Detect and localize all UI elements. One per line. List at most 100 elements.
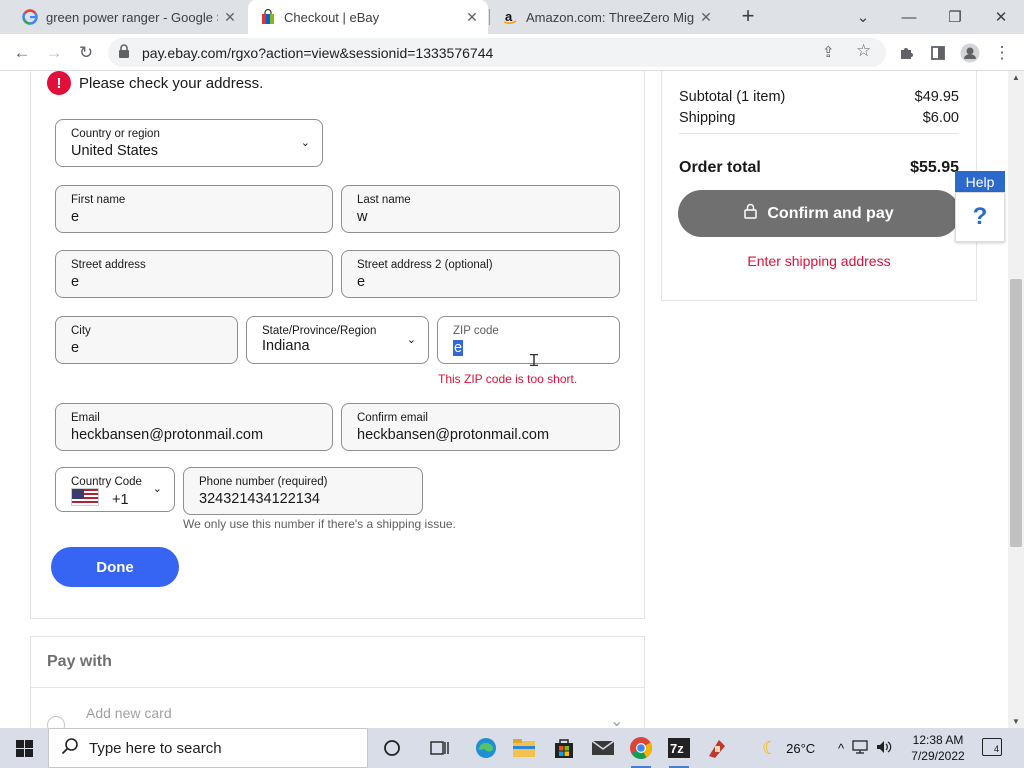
chrome-icon[interactable] xyxy=(627,734,655,768)
address-alert: ! Please check your address. xyxy=(47,71,263,95)
street-address-2-value[interactable]: e xyxy=(357,274,365,290)
street-address-field[interactable]: Street address e xyxy=(55,250,333,298)
reload-icon[interactable]: ↻ xyxy=(72,39,100,67)
restore-icon[interactable]: ❐ xyxy=(932,0,978,34)
close-icon[interactable]: ✕ xyxy=(464,9,480,25)
done-button[interactable]: Done xyxy=(51,547,179,587)
task-view-icon[interactable] xyxy=(426,734,454,762)
mail-icon[interactable] xyxy=(589,734,617,762)
weather-widget[interactable]: ☾ 26°C xyxy=(762,728,815,768)
country-select[interactable]: Country or region United States ⌄ xyxy=(55,119,323,167)
share-icon[interactable]: ⇪ xyxy=(822,43,835,61)
email-label: Email xyxy=(71,412,100,424)
phone-number-field[interactable]: Phone number (required) 324321434122134 xyxy=(183,467,423,515)
zip-error-message: This ZIP code is too short. xyxy=(438,372,578,386)
divider xyxy=(31,687,644,688)
browser-menu-icon[interactable]: ⋮ xyxy=(988,39,1016,67)
page-scrollbar[interactable]: ▲ ▼ xyxy=(1008,71,1024,728)
street-address-value[interactable]: e xyxy=(71,274,79,290)
close-icon[interactable]: ✕ xyxy=(698,9,714,25)
windows-start-icon[interactable] xyxy=(0,728,48,768)
order-total-label: Order total xyxy=(679,159,761,176)
first-name-value[interactable]: e xyxy=(71,209,79,225)
add-new-card-label[interactable]: Add new card xyxy=(86,705,172,721)
phone-number-value[interactable]: 324321434122134 xyxy=(199,491,320,507)
minimize-icon[interactable]: — xyxy=(886,0,932,34)
country-code-select[interactable]: Country Code +1 ⌄ xyxy=(55,467,175,512)
weather-temperature: 26°C xyxy=(786,740,816,756)
cortana-circle-icon[interactable] xyxy=(378,734,406,762)
country-code-label: Country Code xyxy=(71,476,142,488)
network-icon[interactable] xyxy=(852,739,868,757)
file-explorer-icon[interactable] xyxy=(510,734,538,762)
volume-icon[interactable] xyxy=(876,740,892,757)
chevron-down-icon: ⌄ xyxy=(152,483,162,495)
microsoft-store-icon[interactable] xyxy=(550,734,578,762)
help-question-icon[interactable]: ? xyxy=(955,192,1005,242)
svg-text:7z: 7z xyxy=(670,741,684,756)
email-value[interactable]: heckbansen@protonmail.com xyxy=(71,427,263,443)
tab-search-chevron-icon[interactable]: ⌄ xyxy=(840,0,886,34)
back-arrow-icon[interactable]: ← xyxy=(8,39,36,67)
app-tool-icon[interactable] xyxy=(703,734,731,762)
scroll-up-arrow-icon[interactable]: ▲ xyxy=(1012,73,1020,82)
forward-arrow-icon[interactable]: → xyxy=(40,39,68,67)
country-code-value: +1 xyxy=(112,492,129,508)
page-content: ! Please check your address. Country or … xyxy=(0,71,1008,728)
close-icon[interactable]: ✕ xyxy=(222,9,238,25)
new-tab-plus-icon[interactable]: + xyxy=(736,5,760,29)
moon-icon: ☾ xyxy=(762,737,779,758)
subtotal-row: Subtotal (1 item) $49.95 xyxy=(679,89,959,105)
clock[interactable]: 12:38 AM 7/29/2022 xyxy=(906,732,970,764)
first-name-field[interactable]: First name e xyxy=(55,185,333,233)
extensions-puzzle-icon[interactable] xyxy=(892,39,920,67)
tab-ebay-checkout[interactable]: Checkout | eBay ✕ xyxy=(248,0,488,34)
confirm-email-field[interactable]: Confirm email heckbansen@protonmail.com xyxy=(341,403,620,451)
city-field[interactable]: City e xyxy=(55,316,238,364)
shipping-value: $6.00 xyxy=(922,110,959,126)
bookmark-star-icon[interactable]: ☆ xyxy=(856,41,871,61)
edge-browser-icon[interactable] xyxy=(472,734,500,762)
last-name-value[interactable]: w xyxy=(357,209,367,225)
email-field[interactable]: Email heckbansen@protonmail.com xyxy=(55,403,333,451)
street-address-2-field[interactable]: Street address 2 (optional) e xyxy=(341,250,620,298)
shipping-row: Shipping $6.00 xyxy=(679,110,959,126)
scrollbar-thumb[interactable] xyxy=(1010,279,1022,547)
last-name-field[interactable]: Last name w xyxy=(341,185,620,233)
url-text[interactable]: pay.ebay.com/rgxo?action=view&sessionid=… xyxy=(142,45,493,61)
help-tab[interactable]: Help xyxy=(955,171,1005,192)
scroll-down-arrow-icon[interactable]: ▼ xyxy=(1012,717,1020,726)
confirm-email-value[interactable]: heckbansen@protonmail.com xyxy=(357,427,549,443)
search-placeholder: Type here to search xyxy=(89,739,222,757)
confirm-and-pay-label: Confirm and pay xyxy=(767,204,894,222)
divider xyxy=(679,133,959,134)
search-icon xyxy=(61,737,79,760)
text-cursor-icon: Ｉ xyxy=(526,353,543,370)
country-value: United States xyxy=(71,143,159,159)
zip-code-value[interactable]: e xyxy=(453,340,464,356)
city-label: City xyxy=(71,325,91,337)
lock-icon[interactable] xyxy=(118,44,130,64)
chevron-down-icon[interactable]: ⌄ xyxy=(610,711,623,728)
svg-text:a: a xyxy=(505,9,513,24)
chevron-down-icon: ⌄ xyxy=(300,137,310,149)
address-bar[interactable]: pay.ebay.com/rgxo?action=view&sessionid=… xyxy=(108,38,886,67)
seven-zip-icon[interactable]: 7z xyxy=(665,734,693,768)
order-total-row: Order total $55.95 xyxy=(679,159,959,177)
notification-center-icon[interactable]: 4 xyxy=(982,738,1002,756)
state-select[interactable]: State/Province/Region Indiana ⌄ xyxy=(246,316,429,364)
city-value[interactable]: e xyxy=(71,340,79,356)
phone-help-text: We only use this number if there's a shi… xyxy=(183,517,456,531)
tab-google-search[interactable]: green power ranger - Google Se ✕ xyxy=(10,0,246,34)
subtotal-value: $49.95 xyxy=(914,89,959,105)
add-card-radio[interactable] xyxy=(47,716,65,728)
confirm-and-pay-button[interactable]: Confirm and pay xyxy=(678,190,960,237)
taskbar-search-box[interactable]: Type here to search xyxy=(48,728,368,768)
window-close-icon[interactable]: ✕ xyxy=(978,0,1024,34)
profile-avatar-icon[interactable] xyxy=(956,39,984,67)
taskbar: Type here to search 7z ☾ 26°C ^ 12:38 AM… xyxy=(0,728,1024,768)
clock-date: 7/29/2022 xyxy=(911,749,965,763)
chevron-up-icon[interactable]: ^ xyxy=(838,741,844,756)
tab-amazon[interactable]: a Amazon.com: ThreeZero Mighty ✕ xyxy=(490,0,722,34)
side-panel-icon[interactable] xyxy=(924,39,952,67)
